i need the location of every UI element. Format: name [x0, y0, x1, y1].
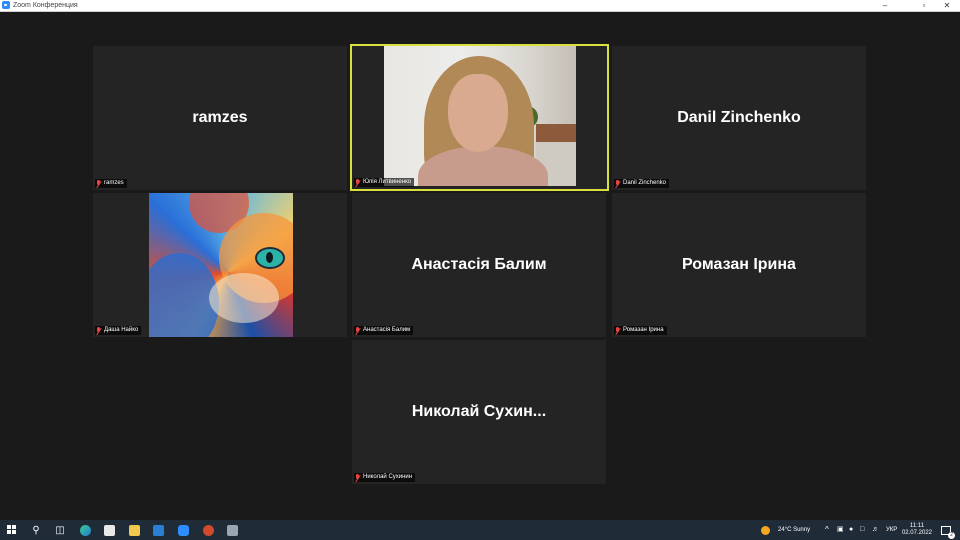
mail-icon[interactable] — [150, 522, 166, 538]
participant-name-tag: Николай Сухинин — [354, 473, 416, 482]
participant-display-name: ramzes — [192, 109, 248, 126]
participant-name-tag: Ромазан Ірина — [614, 326, 667, 335]
zoom-logo-icon — [2, 1, 10, 9]
clock-date: 02.07.2022 — [901, 530, 932, 536]
weather-sun-icon[interactable] — [760, 522, 770, 538]
participant-tile[interactable]: ramzes ramzes — [93, 46, 347, 190]
participant-name-tag: Danil Zinchenko — [614, 179, 670, 188]
participant-name-tag: Анастасія Балим — [354, 326, 414, 335]
participant-display-name: Danil Zinchenko — [677, 109, 801, 126]
participant-tag-label: Ромазан Ірина — [623, 327, 664, 333]
windows-taskbar: ⚲ ◫ 24°C Sunny ^ ▣ ● □ ♬ УКР 11:11 02.07… — [0, 520, 960, 540]
taskbar-clock[interactable]: 11:11 02.07.2022 — [902, 523, 932, 537]
store-icon[interactable] — [101, 522, 117, 538]
mic-muted-icon — [96, 326, 102, 335]
weather-text[interactable]: 24°C Sunny — [778, 520, 810, 540]
participant-tag-label: Николай Сухинин — [363, 474, 413, 480]
participant-tile[interactable]: Николай Сухин... Николай Сухинин — [352, 340, 606, 484]
calculator-icon[interactable] — [224, 522, 240, 538]
participant-tag-label: Юлія Литвиненко — [363, 179, 412, 185]
participant-tag-label: Danil Zinchenko — [623, 180, 667, 186]
participant-tile[interactable]: Анастасія Балим Анастасія Балим — [352, 193, 606, 337]
video-background-shelf — [536, 124, 576, 142]
minimize-button[interactable]: – — [874, 0, 896, 11]
participant-tile[interactable]: Danil Zinchenko Danil Zinchenko — [612, 46, 866, 190]
powerpoint-icon[interactable] — [200, 522, 216, 538]
participant-tile[interactable]: Даша Найко — [93, 193, 347, 337]
task-view-icon[interactable]: ◫ — [52, 522, 68, 538]
participant-video — [384, 46, 576, 186]
language-indicator[interactable]: УКР — [886, 520, 897, 540]
participant-tag-label: Анастасія Балим — [363, 327, 411, 333]
edge-browser-icon[interactable] — [77, 522, 93, 538]
participant-display-name: Николай Сухин... — [411, 403, 547, 420]
mic-muted-icon — [96, 179, 102, 188]
close-button[interactable]: ✕ — [936, 0, 958, 11]
gallery-view: ramzes ramzes Юлія Литвиненко Danil Zinc… — [0, 12, 960, 520]
notifications-icon[interactable]: 2 — [938, 522, 955, 539]
participant-profile-picture — [149, 193, 293, 337]
windows-start-icon[interactable] — [7, 525, 17, 535]
volume-icon[interactable]: ♬ — [872, 520, 879, 540]
mic-muted-icon — [355, 178, 361, 187]
participant-display-name: Ромазан Ірина — [682, 256, 796, 273]
mic-muted-icon — [615, 179, 621, 188]
window-titlebar[interactable]: Zoom Конференция – ▫ ✕ — [0, 0, 960, 12]
participant-tag-label: ramzes — [104, 180, 124, 186]
participant-tile[interactable]: Ромазан Ірина Ромазан Ірина — [612, 193, 866, 337]
search-icon[interactable]: ⚲ — [28, 522, 44, 538]
file-explorer-icon[interactable] — [126, 522, 142, 538]
participant-name-tag: ramzes — [95, 179, 127, 188]
participant-tag-label: Даша Найко — [104, 327, 139, 333]
video-person-face — [448, 74, 508, 152]
clock-time: 11:11 — [909, 523, 925, 529]
participant-name-tag: Даша Найко — [95, 326, 142, 335]
mic-muted-icon — [615, 326, 621, 335]
zoom-app-icon[interactable] — [175, 522, 191, 538]
mic-muted-icon — [355, 473, 361, 482]
network-icon[interactable]: □ — [860, 520, 864, 540]
maximize-button[interactable]: ▫ — [913, 0, 935, 11]
window-title: Zoom Конференция — [13, 2, 78, 9]
microphone-icon[interactable]: ● — [849, 520, 853, 540]
notifications-count: 2 — [948, 531, 955, 539]
participant-display-name: Анастасія Балим — [411, 256, 547, 273]
mic-muted-icon — [355, 326, 361, 335]
tray-app-icon[interactable]: ▣ — [837, 520, 844, 540]
cat-eye — [255, 247, 285, 269]
paint-stroke — [209, 273, 279, 323]
tray-chevron-icon[interactable]: ^ — [825, 520, 829, 540]
participant-tile-active-speaker[interactable]: Юлія Литвиненко — [350, 44, 609, 191]
participant-name-tag: Юлія Литвиненко — [354, 178, 415, 187]
